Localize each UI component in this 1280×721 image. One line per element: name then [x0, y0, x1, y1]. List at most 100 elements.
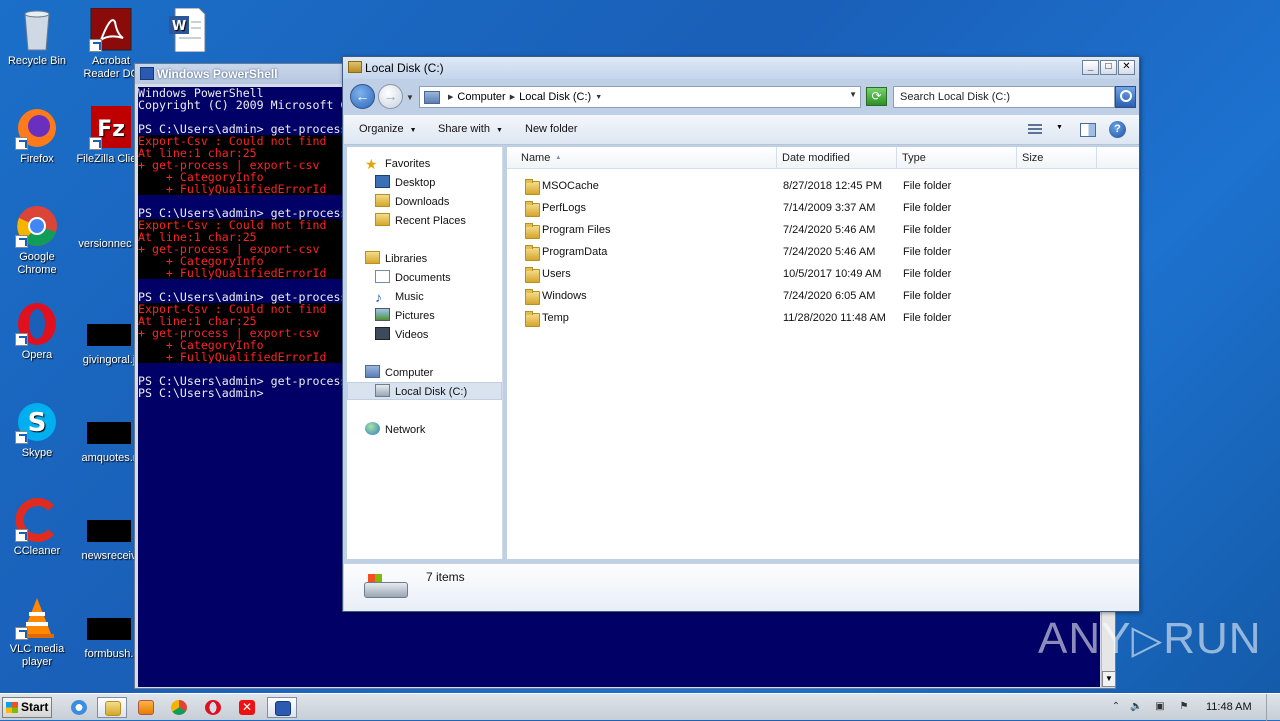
desktop-icon: [375, 175, 390, 188]
desktop-icon-chrome[interactable]: Google Chrome: [0, 204, 74, 277]
nav-documents[interactable]: Documents: [375, 269, 451, 287]
desktop-icon-label: givingoral.j: [82, 354, 136, 366]
network-icon[interactable]: ▣: [1154, 701, 1166, 713]
hard-drive-icon: [364, 574, 408, 600]
column-date-modified[interactable]: Date modified: [777, 147, 897, 169]
music-note-icon: ♪: [375, 289, 382, 305]
change-view-icon[interactable]: [1028, 122, 1044, 136]
back-button[interactable]: ←: [350, 84, 375, 109]
folder-icon: [525, 223, 540, 239]
file-row[interactable]: Users 10/5/2017 10:49 AM File folder: [507, 263, 1139, 285]
nav-label: Local Disk (C:): [395, 386, 468, 398]
nav-pictures[interactable]: Pictures: [375, 307, 435, 325]
folder-icon: [525, 201, 540, 217]
file-type: File folder: [903, 290, 952, 302]
column-name[interactable]: Name ▲: [507, 147, 777, 169]
column-size[interactable]: Size: [1017, 147, 1097, 169]
scroll-down-arrow-icon[interactable]: ▼: [1102, 671, 1116, 687]
file-row[interactable]: PerfLogs 7/14/2009 3:37 AM File folder: [507, 197, 1139, 219]
taskbar-error-app[interactable]: ✕: [232, 697, 262, 718]
redacted-icon: [87, 618, 131, 640]
taskbar-powershell[interactable]: [267, 697, 297, 718]
breadcrumb-local-disk[interactable]: Local Disk (C:): [519, 91, 591, 103]
file-name: PerfLogs: [542, 202, 587, 214]
desktop-icon-skype[interactable]: S Skype: [0, 400, 74, 460]
explorer-window[interactable]: Local Disk (C:) _ □ ✕ ← → ▼ ▶ Computer ▶…: [342, 56, 1140, 612]
nav-local-disk[interactable]: Local Disk (C:): [347, 382, 502, 400]
redacted-icon: [87, 324, 131, 346]
nav-label: Downloads: [395, 196, 450, 208]
column-type-label: Type: [902, 152, 926, 164]
address-bar[interactable]: ▶ Computer ▶ Local Disk (C:) ▼ ▼: [419, 86, 861, 108]
taskbar-media-player[interactable]: [131, 697, 161, 718]
desktop-icon-firefox[interactable]: Firefox: [0, 106, 74, 166]
organize-menu[interactable]: Organize ▼: [359, 123, 417, 135]
column-size-label: Size: [1022, 152, 1044, 164]
nav-network[interactable]: Network: [365, 421, 425, 439]
search-input[interactable]: Search Local Disk (C:): [893, 86, 1115, 108]
address-dropdown-icon[interactable]: ▼: [849, 90, 857, 99]
desktop-icon-ccleaner[interactable]: CCleaner: [0, 498, 74, 558]
breadcrumb-arrow-icon[interactable]: ▶: [510, 93, 515, 101]
nav-downloads[interactable]: Downloads: [375, 193, 449, 211]
desktop-icon-vlc[interactable]: VLC media player: [0, 596, 74, 669]
nav-music[interactable]: ♪ Music: [375, 288, 424, 306]
explorer-titlebar[interactable]: Local Disk (C:) _ □ ✕: [343, 57, 1139, 79]
file-row[interactable]: ProgramData 7/24/2020 5:46 AM File folder: [507, 241, 1139, 263]
breadcrumb-computer[interactable]: Computer: [457, 91, 505, 103]
file-row[interactable]: Temp 11/28/2020 11:48 AM File folder: [507, 307, 1139, 329]
nav-computer[interactable]: Computer: [365, 364, 433, 382]
desktop-icon-word-document[interactable]: W: [150, 7, 224, 55]
file-type: File folder: [903, 312, 952, 324]
nav-label: Videos: [395, 329, 429, 341]
recent-pages-dropdown-icon[interactable]: ▼: [406, 93, 414, 102]
help-icon[interactable]: ?: [1109, 121, 1126, 138]
view-options-dropdown-icon[interactable]: ▼: [1056, 124, 1063, 131]
forward-button[interactable]: →: [378, 84, 403, 109]
clock[interactable]: 11:48 AM: [1206, 701, 1252, 713]
start-button[interactable]: Start: [2, 697, 52, 718]
taskbar-explorer[interactable]: [97, 697, 127, 718]
nav-libraries[interactable]: Libraries: [365, 250, 427, 268]
search-icon[interactable]: [1115, 86, 1136, 108]
close-button[interactable]: ✕: [1118, 60, 1135, 75]
opera-icon: [15, 302, 59, 346]
action-center-flag-icon[interactable]: ⚑: [1178, 701, 1190, 713]
tray-expand-icon[interactable]: ⌃: [1110, 701, 1122, 713]
address-row: ← → ▼ ▶ Computer ▶ Local Disk (C:) ▼ ▼ ⟳…: [343, 79, 1139, 113]
refresh-button[interactable]: ⟳: [866, 87, 887, 106]
taskbar-chrome[interactable]: [164, 697, 194, 718]
nav-label: Documents: [395, 272, 451, 284]
preview-pane-icon[interactable]: [1080, 123, 1096, 137]
breadcrumb-arrow-icon[interactable]: ▼: [595, 94, 602, 101]
nav-favorites[interactable]: ★ Favorites: [365, 155, 430, 173]
desktop-icon-versionnec[interactable]: versionnec: [68, 238, 142, 251]
taskbar-opera[interactable]: [198, 697, 228, 718]
file-row[interactable]: Windows 7/24/2020 6:05 AM File folder: [507, 285, 1139, 307]
file-row[interactable]: Program Files 7/24/2020 5:46 AM File folde…: [507, 219, 1139, 241]
breadcrumb-arrow-icon[interactable]: ▶: [448, 93, 453, 101]
column-type[interactable]: Type: [897, 147, 1017, 169]
taskbar-internet-explorer[interactable]: [64, 697, 94, 718]
volume-icon[interactable]: 🔈: [1130, 701, 1142, 713]
nav-label: Favorites: [385, 158, 431, 170]
new-folder-button[interactable]: New folder: [525, 123, 578, 135]
desktop-icon-label: Acrobat Reader DC: [83, 55, 139, 80]
desktop-icon-opera[interactable]: Opera: [0, 302, 74, 362]
nav-label: Desktop: [395, 177, 436, 189]
svg-text:W: W: [172, 19, 186, 34]
show-desktop-button[interactable]: [1266, 694, 1280, 721]
nav-desktop[interactable]: Desktop: [375, 174, 435, 192]
nav-recent-places[interactable]: Recent Places: [375, 212, 466, 230]
nav-videos[interactable]: Videos: [375, 326, 428, 344]
minimize-button[interactable]: _: [1082, 60, 1099, 75]
folder-icon: [525, 245, 540, 261]
share-with-menu[interactable]: Share with ▼: [438, 123, 503, 135]
file-type: File folder: [903, 202, 952, 214]
skype-icon: S: [15, 400, 59, 444]
maximize-button[interactable]: □: [1100, 60, 1117, 75]
desktop-icon-recycle-bin[interactable]: Recycle Bin: [0, 8, 74, 68]
file-row[interactable]: MSOCache 8/27/2018 12:45 PM File folder: [507, 175, 1139, 197]
file-date-modified: 7/24/2020 5:46 AM: [783, 224, 876, 236]
organize-label: Organize: [359, 123, 404, 135]
